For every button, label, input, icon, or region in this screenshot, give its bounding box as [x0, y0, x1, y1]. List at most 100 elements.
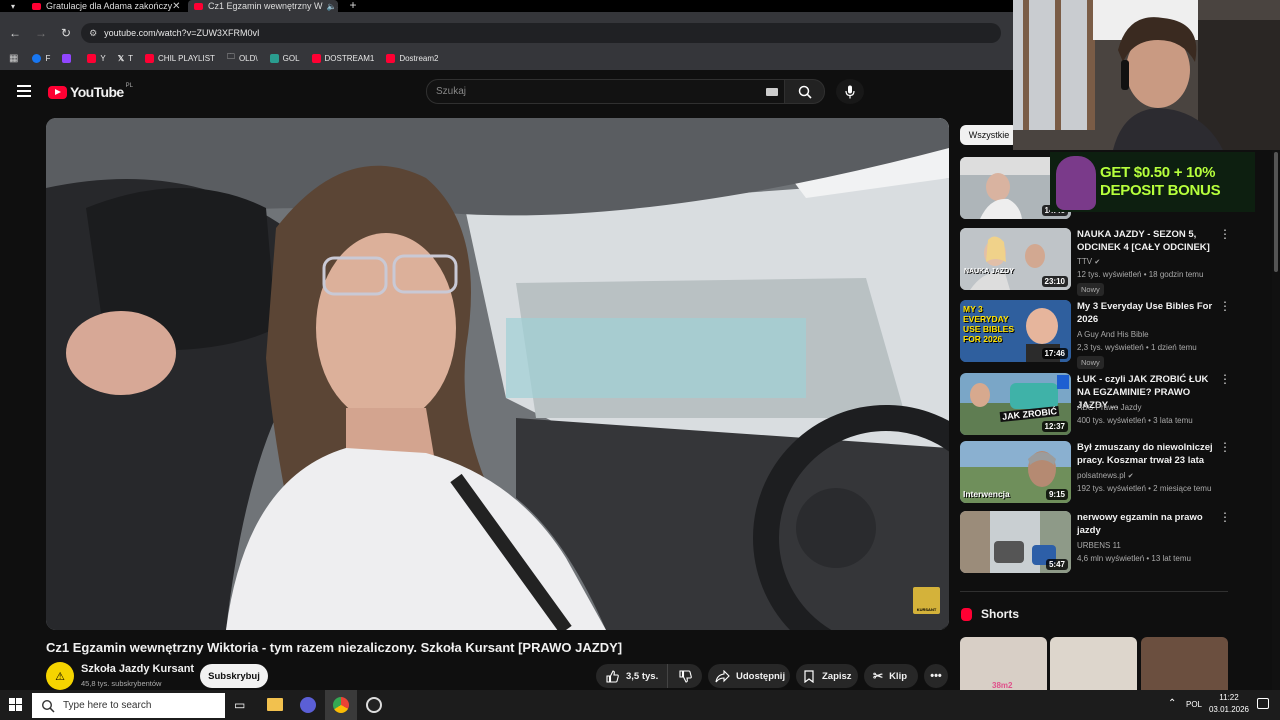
taskbar-search-box[interactable]: Type here to search — [32, 693, 225, 718]
obs-icon[interactable] — [366, 697, 382, 713]
deposit-bonus-overlay[interactable]: GET $0.50 + 10% DEPOSIT BONUS — [1050, 152, 1255, 212]
bookmark-y[interactable]: Y — [87, 53, 106, 63]
subscriber-count: 45,8 tys. subskrybentów — [81, 679, 162, 688]
search-box[interactable]: Szukaj — [426, 79, 785, 104]
video-thumbnail[interactable]: 5:47 — [960, 511, 1071, 573]
gol-icon — [269, 53, 279, 63]
bookmark-icon — [804, 669, 814, 683]
more-vertical-icon[interactable]: ⋮ — [1219, 373, 1231, 385]
browser-tab-1[interactable]: Gratulacje dla Adama zakończy ✕ — [26, 0, 186, 12]
apps-grid-icon[interactable]: ▦ — [9, 53, 18, 64]
youtube-logo-icon — [48, 85, 67, 99]
recommended-video[interactable]: MY 3 EVERYDAY USE BIBLES FOR 2026 17:46 … — [960, 300, 1231, 369]
recommended-video[interactable]: Interwencja 9:15 Był zmuszany do niewoln… — [960, 441, 1231, 503]
youtube-icon — [87, 53, 97, 63]
more-vertical-icon[interactable]: ⋮ — [1219, 228, 1231, 240]
bookmark-gol[interactable]: GOL — [269, 53, 300, 63]
video-thumbnail[interactable]: Interwencja 9:15 — [960, 441, 1071, 503]
facebook-icon — [32, 53, 42, 63]
youtube-icon — [311, 53, 321, 63]
channel-watermark[interactable]: KURSANT — [913, 587, 940, 614]
search-button[interactable] — [785, 79, 825, 104]
file-explorer-icon[interactable] — [267, 698, 283, 711]
video-duration: 17:46 — [1041, 348, 1068, 359]
close-tab-icon[interactable]: ✕ — [172, 1, 180, 12]
windows-start-icon[interactable] — [9, 698, 23, 712]
microphone-icon — [845, 85, 855, 98]
like-button[interactable]: 3,5 tys. — [596, 664, 668, 688]
address-bar[interactable]: ⚙ youtube.com/watch?v=ZUW3XFRM0vI — [81, 23, 1002, 43]
voice-search-button[interactable] — [836, 79, 864, 104]
channel-avatar[interactable]: ⚠ — [46, 662, 74, 690]
save-button[interactable]: Zapisz — [796, 664, 858, 688]
tray-chevron-up-icon[interactable]: ⌃ — [1168, 698, 1176, 709]
tab-label: Gratulacje dla Adama zakończy — [46, 1, 173, 11]
speaker-icon[interactable]: 🔈 — [327, 2, 337, 11]
browser-toolbar: ← → ↻ ⚙ youtube.com/watch?v=ZUW3XFRM0vI — [0, 20, 1013, 46]
recommended-title: nerwowy egzamin na prawo jazdy — [1077, 512, 1203, 536]
subscribe-button[interactable]: Subskrybuj — [200, 664, 268, 688]
bookmark-t[interactable]: 𝕏T — [118, 54, 133, 63]
share-arrow-icon — [715, 669, 730, 682]
bookmark-twitch[interactable] — [62, 53, 75, 63]
bookmark-folder-old[interactable]: 🗀 OLD\ — [227, 51, 258, 65]
video-thumbnail[interactable]: MY 3 EVERYDAY USE BIBLES FOR 2026 17:46 — [960, 300, 1071, 362]
search-input[interactable]: Szukaj — [436, 86, 466, 97]
bookmark-dostream2[interactable]: Dostream2 — [386, 53, 438, 63]
filter-chip-all[interactable]: Wszystkie — [960, 125, 1018, 145]
video-thumbnail[interactable]: NAUKA JAZDY 23:10 — [960, 228, 1071, 290]
recommended-video[interactable]: JAK ZROBIĆ 12:37 ŁUK - czyli JAK ZROBIĆ … — [960, 373, 1231, 435]
short-thumbnail[interactable] — [1141, 637, 1228, 690]
dislike-button[interactable] — [668, 664, 702, 688]
youtube-logo-text: YouTube — [70, 84, 124, 100]
video-duration: 9:15 — [1045, 489, 1068, 500]
x-logo-icon: 𝕏 — [117, 53, 125, 63]
browser-tab-2-active[interactable]: Cz1 Egzamin wewnętrzny W 🔈 ✕ — [188, 0, 338, 12]
taskbar-chrome-active[interactable] — [325, 690, 357, 720]
page-scrollbar[interactable] — [1272, 150, 1280, 690]
clip-button[interactable]: ✂ Klip — [864, 664, 918, 688]
forward-arrow-icon[interactable]: → — [35, 26, 47, 40]
recommended-video[interactable]: 5:47 nerwowy egzamin na prawo jazdy URBE… — [960, 511, 1231, 573]
channel-name[interactable]: Szkoła Jazdy Kursant — [81, 663, 194, 675]
reload-icon[interactable]: ↻ — [61, 26, 71, 40]
more-vertical-icon[interactable]: ⋮ — [1219, 300, 1231, 312]
new-tab-button[interactable]: + — [346, 0, 360, 12]
keyboard-icon[interactable] — [766, 88, 778, 96]
notifications-icon[interactable] — [1257, 698, 1269, 709]
youtube-logo[interactable]: YouTube PL — [48, 83, 133, 100]
close-tab-icon[interactable]: ✕ — [337, 1, 338, 12]
recommended-meta: 2,3 tys. wyświetleń • 1 dzień temu — [1077, 343, 1197, 352]
share-button[interactable]: Udostępnij — [708, 664, 790, 688]
youtube-favicon-icon — [32, 2, 41, 10]
recommended-channel: ABC Prawo Jazdy — [1077, 403, 1142, 412]
bookmark-dostream1[interactable]: DOSTREAM1 — [311, 53, 374, 63]
more-vertical-icon[interactable]: ⋮ — [1219, 441, 1231, 453]
tab-search-icon[interactable]: ▾ — [4, 1, 22, 11]
recommended-video[interactable]: NAUKA JAZDY 23:10 NAUKA JAZDY - SEZON 5,… — [960, 228, 1231, 296]
thumbs-down-icon — [678, 669, 692, 683]
bookmark-chil-playlist[interactable]: CHIL PLAYLIST — [145, 53, 215, 63]
ad-headline-1: GET $0.50 + 10% — [1100, 164, 1216, 181]
hamburger-menu-icon[interactable] — [17, 85, 31, 97]
recommended-meta: 192 tys. wyświetleń • 2 miesiące temu — [1077, 484, 1212, 493]
short-thumbnail[interactable]: 38m2 — [960, 637, 1047, 690]
task-view-icon[interactable]: ▭ — [234, 698, 245, 712]
like-count: 3,5 tys. — [626, 670, 659, 682]
site-info-icon[interactable]: ⚙ — [89, 28, 97, 39]
video-thumbnail[interactable]: JAK ZROBIĆ 12:37 — [960, 373, 1071, 435]
language-indicator[interactable]: POL — [1186, 700, 1202, 709]
more-actions-button[interactable]: ••• — [924, 664, 948, 688]
taskbar-clock[interactable]: 11:22 03.01.2026 — [1207, 693, 1251, 714]
recommended-meta: 400 tys. wyświetleń • 3 lata temu — [1077, 416, 1193, 425]
taskbar-search-input[interactable]: Type here to search — [63, 700, 151, 711]
discord-icon[interactable] — [300, 697, 316, 713]
bookmark-f[interactable]: F — [32, 53, 50, 63]
more-vertical-icon[interactable]: ⋮ — [1219, 511, 1231, 523]
chrome-icon — [333, 697, 349, 713]
short-thumbnail[interactable] — [1050, 637, 1137, 690]
video-player[interactable]: KURSANT — [46, 118, 949, 630]
warning-triangle-icon: ⚠ — [55, 670, 65, 683]
recommended-channel: TTV ✔ — [1077, 257, 1101, 266]
back-arrow-icon[interactable]: ← — [9, 26, 21, 40]
